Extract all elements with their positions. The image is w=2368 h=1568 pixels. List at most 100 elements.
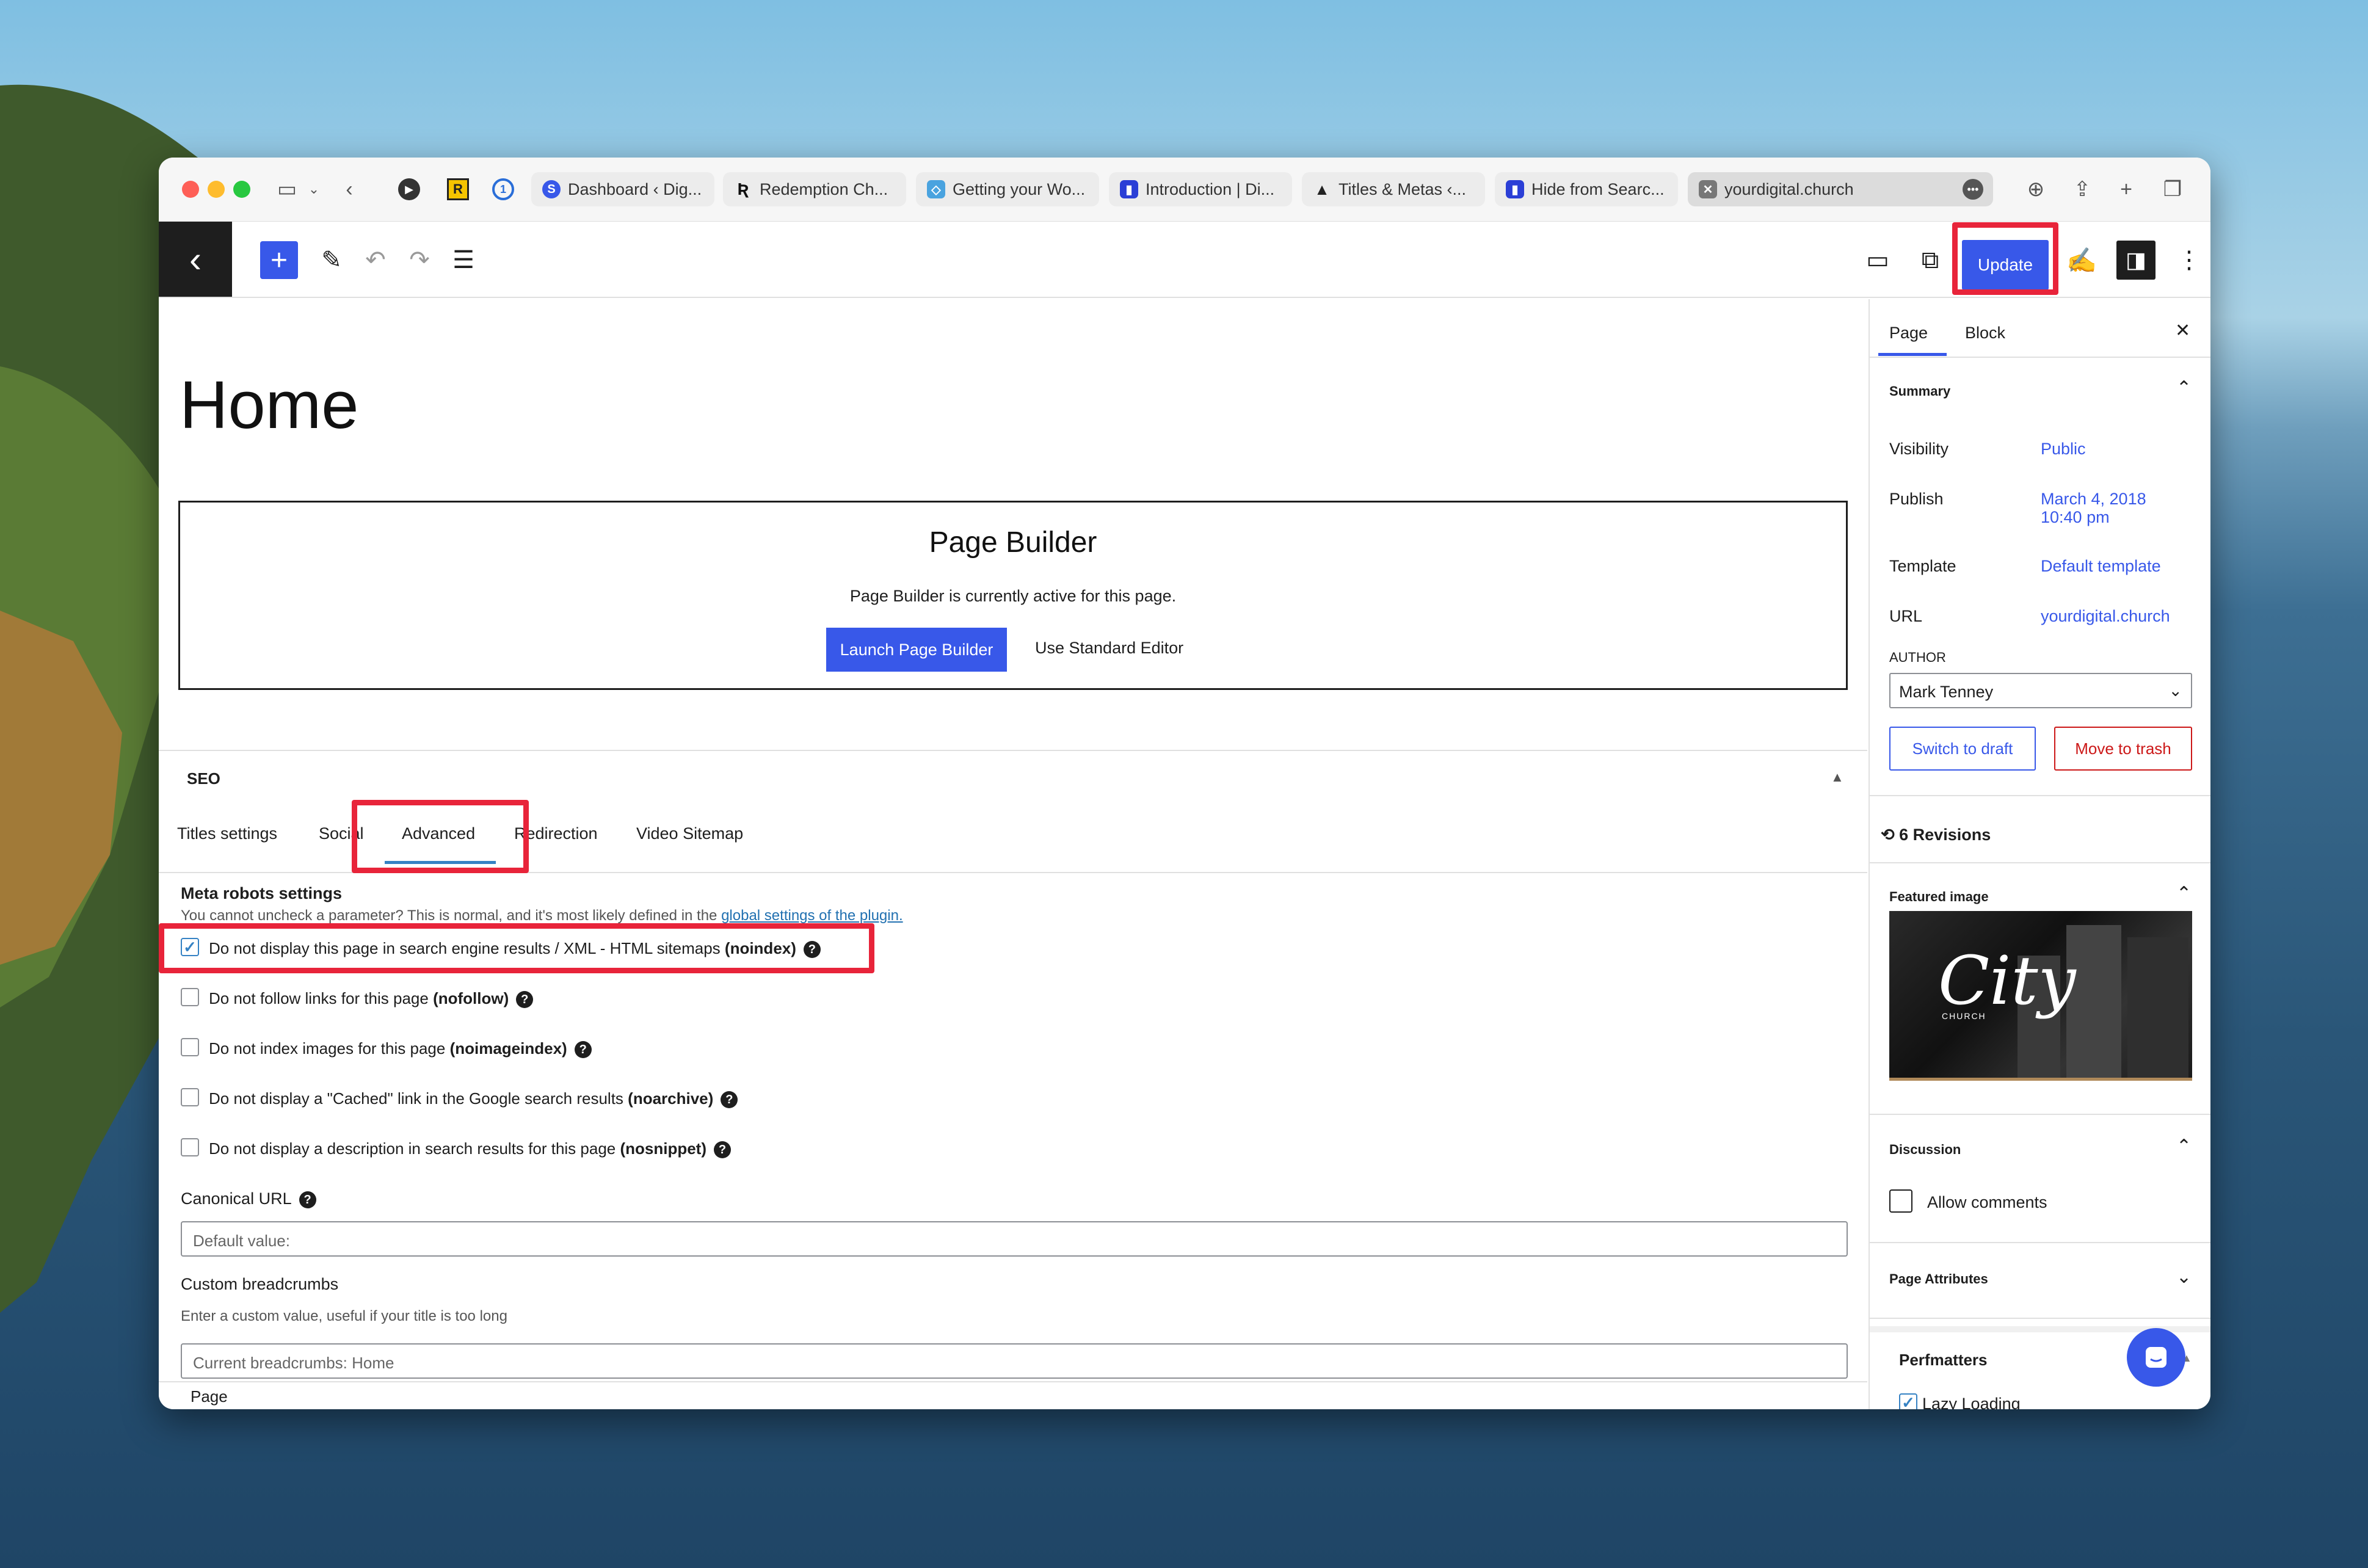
help-icon[interactable]: ? — [721, 1091, 738, 1109]
new-tab-icon[interactable]: + — [2113, 176, 2140, 203]
perfmatters-heading[interactable]: Perfmatters — [1899, 1351, 1988, 1370]
options-menu-icon[interactable]: ⋮ — [2174, 245, 2204, 275]
option-text: Do not display a description in search r… — [209, 1139, 620, 1158]
switch-to-draft-button[interactable]: Switch to draft — [1889, 727, 2036, 771]
summary-heading[interactable]: Summary — [1889, 383, 1950, 399]
minimize-window-button[interactable] — [208, 181, 225, 198]
nosnippet-checkbox[interactable] — [181, 1138, 199, 1156]
editor-footer-breadcrumb: Page — [159, 1381, 1867, 1409]
city-church-logo: City — [1938, 942, 2076, 1020]
canonical-url-input[interactable]: Default value: — [181, 1221, 1848, 1257]
chevron-down-icon[interactable]: ⌄ — [2176, 1266, 2192, 1288]
undo-icon[interactable]: ↶ — [360, 245, 391, 275]
chevron-down-icon[interactable]: ⌄ — [300, 176, 327, 203]
help-icon[interactable]: ? — [516, 991, 534, 1009]
page-builder-block: Page Builder Page Builder is currently a… — [178, 501, 1848, 690]
publish-time[interactable]: 10:40 pm — [2041, 508, 2110, 527]
document-overview-icon[interactable]: ☰ — [448, 245, 479, 275]
divider — [1870, 862, 2210, 863]
help-icon[interactable]: ? — [299, 1191, 316, 1208]
noimageindex-checkbox[interactable] — [181, 1038, 199, 1056]
author-select[interactable]: Mark Tenney ⌄ — [1889, 673, 2192, 708]
tab-label: Introduction | Di... — [1146, 180, 1275, 198]
visibility-label: Visibility — [1889, 440, 1949, 458]
close-sidebar-icon[interactable]: ✕ — [2175, 320, 2190, 341]
move-to-trash-button[interactable]: Move to trash — [2054, 727, 2192, 771]
chevron-up-icon[interactable]: ⌃ — [2176, 377, 2192, 399]
more-icon[interactable]: ••• — [1963, 179, 1983, 200]
template-label: Template — [1889, 557, 1956, 575]
allow-comments-checkbox[interactable] — [1889, 1189, 1912, 1213]
lazy-loading-checkbox[interactable]: ✓ — [1899, 1393, 1917, 1409]
page-builder-text: Page Builder is currently active for thi… — [849, 587, 1177, 605]
chevron-up-icon[interactable]: ⌃ — [2176, 1136, 2192, 1157]
sidebar-toggle-icon[interactable]: ▭ — [274, 176, 300, 203]
featured-image[interactable]: City CHURCH — [1889, 911, 2192, 1081]
skyline-building — [2127, 937, 2188, 1078]
close-tab-icon[interactable]: ✕ — [1699, 180, 1717, 198]
template-value[interactable]: Default template — [2041, 557, 2161, 576]
play-extension-icon[interactable]: ▶ — [396, 176, 423, 203]
divider — [1870, 357, 2210, 358]
chevron-up-icon[interactable]: ⌃ — [2176, 883, 2192, 904]
custom-breadcrumbs-input[interactable]: Current breadcrumbs: Home — [181, 1343, 1848, 1379]
help-icon[interactable]: ? — [574, 1041, 592, 1059]
tab-titles-settings[interactable]: Titles settings — [177, 824, 277, 843]
nosnippet-option: Do not display a description in search r… — [209, 1139, 731, 1159]
edit-pencil-icon[interactable]: ✎ — [316, 245, 347, 275]
browser-tab[interactable]: ▮ Hide from Searc... — [1495, 172, 1678, 206]
page-builder-heading: Page Builder — [929, 526, 1097, 559]
launch-page-builder-button[interactable]: Launch Page Builder — [826, 628, 1007, 672]
footer-breadcrumb-label[interactable]: Page — [191, 1387, 228, 1406]
publish-date[interactable]: March 4, 2018 — [2041, 490, 2146, 509]
sidebar-tab-block[interactable]: Block — [1965, 324, 2005, 343]
password-extension-icon[interactable]: 1 — [490, 176, 517, 203]
seo-analysis-icon[interactable]: ✍ — [2066, 245, 2097, 275]
featured-image-heading[interactable]: Featured image — [1889, 889, 1989, 905]
option-code: (noarchive) — [628, 1089, 714, 1108]
option-text: Do not display a "Cached" link in the Go… — [209, 1089, 628, 1108]
browser-tab[interactable]: ▲ Titles & Metas ‹... — [1302, 172, 1485, 206]
url-value[interactable]: yourdigital.church — [2041, 607, 2170, 626]
global-settings-link[interactable]: global settings of the plugin. — [721, 907, 903, 924]
seo-favicon-icon: ▲ — [1314, 180, 1330, 198]
collapse-caret-icon[interactable]: ▲ — [1831, 769, 1844, 785]
tab-video-sitemap[interactable]: Video Sitemap — [636, 824, 743, 843]
view-page-external-icon[interactable]: ⧉ — [1915, 245, 1945, 275]
share-icon[interactable]: ⇪ — [2069, 176, 2096, 203]
preview-desktop-icon[interactable]: ▭ — [1862, 245, 1893, 275]
back-to-dashboard-button[interactable]: ‹ — [159, 222, 232, 297]
back-icon[interactable]: ‹ — [336, 176, 363, 203]
publish-label: Publish — [1889, 490, 1944, 508]
page-attributes-heading[interactable]: Page Attributes — [1889, 1271, 1988, 1287]
noarchive-checkbox[interactable] — [181, 1088, 199, 1106]
browser-tab[interactable]: ◇ Getting your Wo... — [916, 172, 1099, 206]
redo-icon[interactable]: ↷ — [404, 245, 435, 275]
tab-overview-icon[interactable]: ❐ — [2159, 176, 2186, 203]
meta-robots-note-text: You cannot uncheck a parameter? This is … — [181, 907, 722, 924]
browser-tab[interactable]: Ʀ Redemption Ch... — [723, 172, 906, 206]
site-favicon-icon: S — [542, 180, 561, 198]
chat-support-button[interactable] — [2127, 1328, 2185, 1387]
nofollow-checkbox[interactable] — [181, 988, 199, 1006]
visibility-value[interactable]: Public — [2041, 440, 2086, 459]
divider — [1870, 795, 2210, 796]
divider — [1870, 1114, 2210, 1115]
close-window-button[interactable] — [182, 181, 199, 198]
redemption-favicon-icon: Ʀ — [737, 180, 749, 198]
page-title[interactable]: Home — [180, 366, 358, 444]
settings-sidebar-icon[interactable]: ◨ — [2116, 241, 2156, 280]
add-block-button[interactable]: + — [260, 241, 298, 279]
zoom-window-button[interactable] — [233, 181, 250, 198]
r-extension-icon[interactable]: R — [445, 176, 471, 203]
browser-tab-active[interactable]: ✕ yourdigital.church ••• — [1688, 172, 1993, 206]
sidebar-tab-page[interactable]: Page — [1889, 324, 1928, 343]
browser-tab[interactable]: S Dashboard ‹ Dig... — [531, 172, 714, 206]
history-icon: ⟲ — [1881, 826, 1895, 844]
use-standard-editor-link[interactable]: Use Standard Editor — [1035, 639, 1183, 658]
revisions-link[interactable]: ⟲ 6 Revisions — [1881, 826, 1991, 844]
discussion-heading[interactable]: Discussion — [1889, 1142, 1961, 1158]
help-icon[interactable]: ? — [714, 1141, 731, 1159]
download-icon[interactable]: ⊕ — [2022, 176, 2049, 203]
browser-tab[interactable]: ▮ Introduction | Di... — [1109, 172, 1292, 206]
